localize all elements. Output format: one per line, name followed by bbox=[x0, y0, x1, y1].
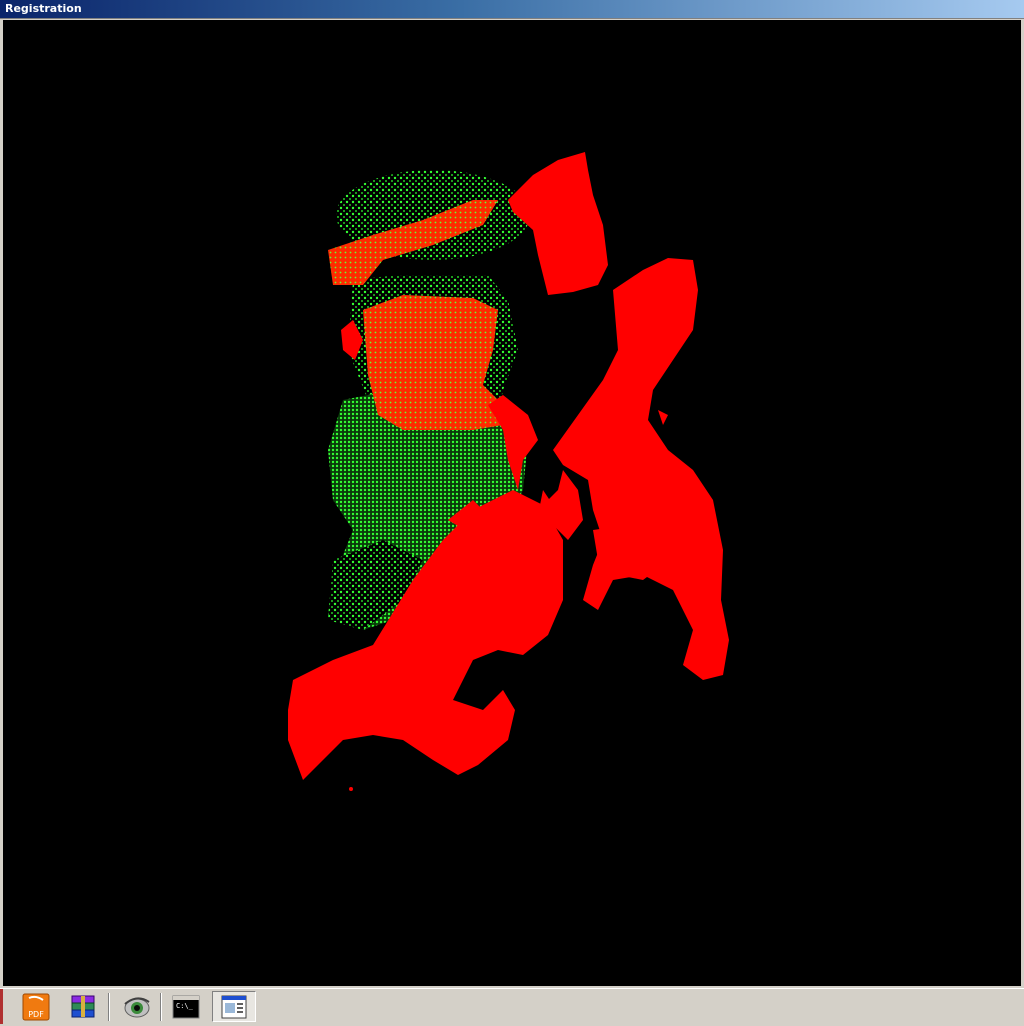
command-prompt-icon: C:\_ bbox=[171, 992, 201, 1022]
title-bar[interactable]: Registration bbox=[0, 0, 1024, 19]
taskbar-item-winrar[interactable] bbox=[61, 991, 105, 1022]
taskbar-separator bbox=[160, 993, 162, 1021]
point-cloud-render bbox=[288, 152, 729, 791]
taskbar: PDF C:\_ bbox=[0, 988, 1024, 1024]
window-app-icon bbox=[219, 992, 249, 1022]
foxit-pdf-icon: PDF bbox=[21, 992, 51, 1022]
pdf-icon-label: PDF bbox=[28, 1010, 44, 1019]
command-prompt-label: C:\_ bbox=[176, 1002, 194, 1010]
taskbar-item-command-prompt[interactable]: C:\_ bbox=[164, 991, 208, 1022]
eye-viewer-icon bbox=[122, 992, 152, 1022]
taskbar-edge bbox=[0, 989, 3, 1024]
taskbar-item-registration-window[interactable] bbox=[212, 991, 256, 1022]
taskbar-item-foxit-pdf[interactable]: PDF bbox=[14, 991, 58, 1022]
taskbar-separator bbox=[108, 993, 110, 1021]
winrar-icon bbox=[68, 992, 98, 1022]
point-cloud-viewport[interactable] bbox=[3, 20, 1021, 986]
registration-window: Registration bbox=[0, 0, 1024, 988]
window-title: Registration bbox=[5, 2, 82, 15]
taskbar-item-eye-viewer[interactable] bbox=[115, 991, 159, 1022]
